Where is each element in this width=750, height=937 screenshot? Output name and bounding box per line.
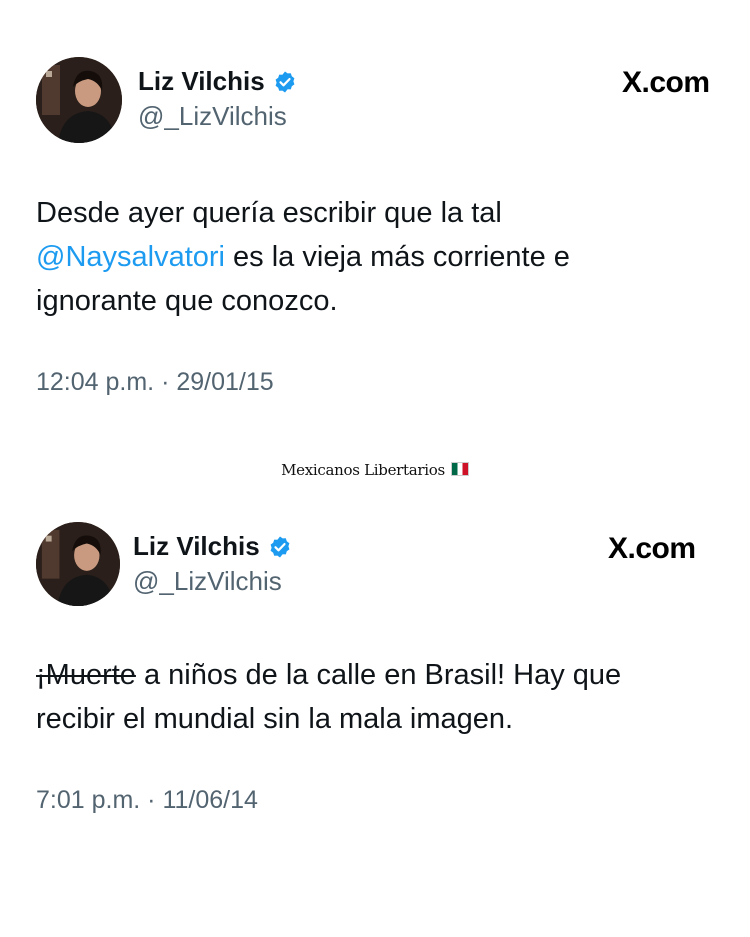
avatar-photo-icon <box>36 522 120 606</box>
author-handle[interactable]: @_LizVilchis <box>138 101 287 132</box>
watermark-text: Mexicanos Libertarios <box>281 461 445 479</box>
source-label: X.com <box>622 66 710 99</box>
tweet-timestamp[interactable]: 12:04 p.m. · 29/01/15 <box>36 368 274 397</box>
struck-word: ¡Muerte <box>36 659 136 691</box>
author-name-row: Liz Vilchis <box>138 66 297 97</box>
mention-link[interactable]: @Naysalvatori <box>36 241 225 273</box>
avatar-photo-icon <box>36 57 122 143</box>
tweet-text-line-3: ignorante que conozco. <box>36 285 338 317</box>
tweet-text-line-2: es la vieja más corriente e <box>225 241 570 273</box>
avatar[interactable] <box>36 57 122 143</box>
tweet-text: Desde ayer quería escribir que la tal @N… <box>36 191 716 323</box>
mexico-flag-icon <box>450 462 469 476</box>
tweet-card-1: Liz Vilchis @_LizVilchis X.com Desde aye… <box>0 0 750 430</box>
author-name-row: Liz Vilchis <box>133 531 292 562</box>
avatar[interactable] <box>36 522 120 606</box>
verified-badge-icon <box>275 71 295 92</box>
tweet-text-line-2: recibir el mundial sin la mala imagen. <box>36 703 514 735</box>
verified-badge-icon <box>270 536 290 557</box>
tweet-card-2: Liz Vilchis @_LizVilchis X.com ¡Muerte a… <box>0 490 750 937</box>
author-handle[interactable]: @_LizVilchis <box>133 566 282 597</box>
tweet-timestamp[interactable]: 7:01 p.m. · 11/06/14 <box>36 786 258 815</box>
display-name[interactable]: Liz Vilchis <box>138 66 265 97</box>
tweet-text-line-1: a niños de la calle en Brasil! Hay que <box>135 659 622 691</box>
tweet-text-line-1: Desde ayer quería escribir que la tal <box>36 197 502 229</box>
tweet-text: ¡Muerte a niños de la calle en Brasil! H… <box>36 653 716 741</box>
source-label: X.com <box>608 532 696 565</box>
display-name[interactable]: Liz Vilchis <box>133 531 260 562</box>
watermark: Mexicanos Libertarios <box>0 461 750 479</box>
